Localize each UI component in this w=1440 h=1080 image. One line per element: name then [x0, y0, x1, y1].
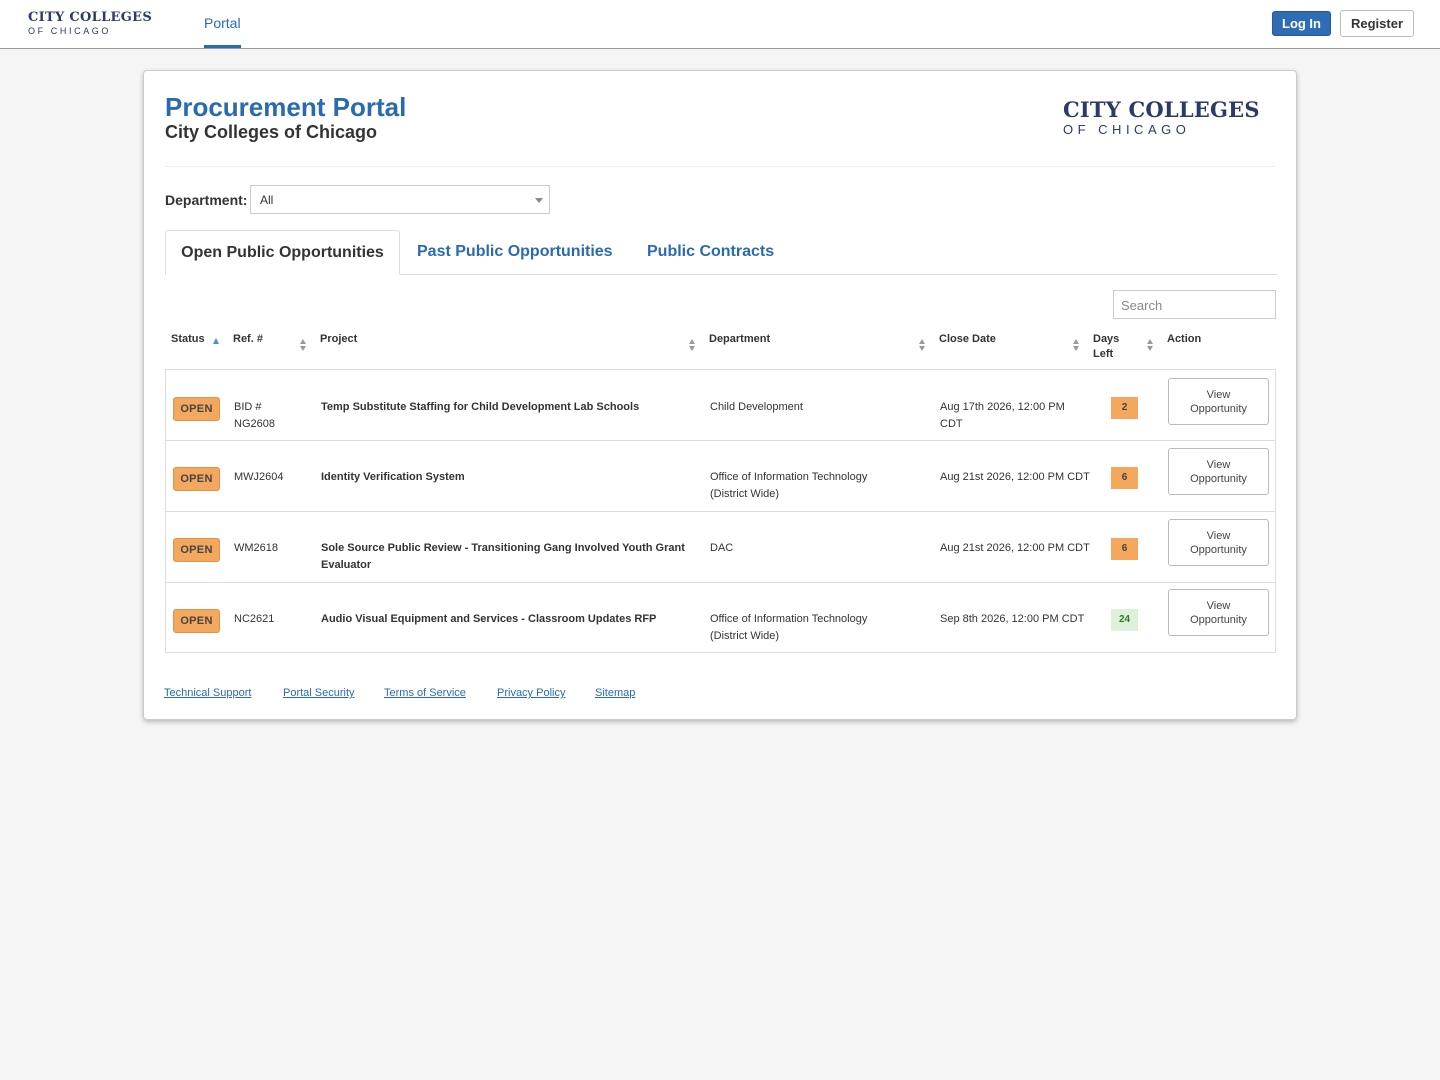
footer-link-sitemap[interactable]: Sitemap	[595, 687, 635, 699]
table-row: OPEN WM2618 Sole Source Public Review - …	[166, 512, 1275, 583]
view-opportunity-button[interactable]: View Opportunity	[1168, 378, 1269, 425]
days-left-badge: 6	[1111, 467, 1138, 489]
department-name: DAC	[710, 542, 734, 554]
close-date: Aug 21st 2026, 12:00 PM CDT	[940, 471, 1090, 483]
view-opportunity-button[interactable]: View Opportunity	[1168, 589, 1269, 636]
status-badge: OPEN	[173, 397, 220, 421]
page-title: Procurement Portal	[165, 92, 407, 122]
panel-logo: CITY COLLEGES OF CHICAGO	[1063, 97, 1260, 138]
close-date: Aug 21st 2026, 12:00 PM CDT	[940, 542, 1090, 554]
divider	[165, 166, 1275, 167]
footer-link-privacy-policy[interactable]: Privacy Policy	[497, 687, 565, 699]
table-row: OPEN BID # NG2608 Temp Substitute Staffi…	[166, 370, 1275, 441]
ref-number: NC2621	[234, 613, 275, 625]
register-button[interactable]: Register	[1340, 10, 1414, 37]
days-left-badge: 2	[1111, 397, 1138, 419]
project-name: Identity Verification System	[321, 471, 465, 483]
sort-icon[interactable]	[300, 339, 307, 353]
sort-icon[interactable]	[1073, 339, 1080, 353]
table-row: OPEN NC2621 Audio Visual Equipment and S…	[166, 583, 1275, 654]
ref-number: BID # NG2608	[234, 401, 275, 430]
footer-link-terms-of-service[interactable]: Terms of Service	[384, 687, 466, 699]
panel-logo-line1: CITY COLLEGES	[1063, 97, 1260, 122]
days-left-badge: 24	[1111, 609, 1138, 631]
sort-icon[interactable]	[919, 339, 926, 353]
department-name: Office of Information Technology (Distri…	[710, 471, 868, 500]
sort-ascending-icon[interactable]	[213, 338, 219, 344]
search-placeholder: Search	[1121, 298, 1163, 313]
column-header-status[interactable]: Status	[171, 332, 205, 347]
footer-link-portal-security[interactable]: Portal Security	[283, 687, 355, 699]
top-navbar: CITY COLLEGES OF CHICAGO Portal Log In R…	[0, 0, 1440, 49]
project-name: Temp Substitute Staffing for Child Devel…	[321, 401, 640, 413]
column-header-department[interactable]: Department	[709, 332, 770, 347]
close-date: Sep 8th 2026, 12:00 PM CDT	[940, 613, 1085, 625]
view-opportunity-button[interactable]: View Opportunity	[1168, 448, 1269, 495]
department-label: Department:	[165, 192, 248, 208]
department-name: Child Development	[710, 401, 803, 413]
page-subtitle: City Colleges of Chicago	[165, 122, 378, 142]
brand-logo[interactable]: CITY COLLEGES OF CHICAGO	[28, 11, 152, 37]
status-badge: OPEN	[173, 538, 220, 562]
opportunities-table: OPEN BID # NG2608 Temp Substitute Staffi…	[165, 369, 1276, 653]
column-header-close-date[interactable]: Close Date	[939, 332, 996, 347]
status-badge: OPEN	[173, 609, 220, 633]
project-name: Audio Visual Equipment and Services - Cl…	[321, 613, 657, 625]
sort-icon[interactable]	[1147, 339, 1154, 353]
procurement-panel: Procurement Portal City Colleges of Chic…	[143, 70, 1297, 720]
chevron-down-icon	[535, 198, 543, 203]
sort-icon[interactable]	[689, 339, 696, 353]
tab-past-public-opportunities[interactable]: Past Public Opportunities	[417, 230, 613, 275]
search-input[interactable]: Search	[1113, 290, 1276, 319]
brand-logo-line2: OF CHICAGO	[28, 26, 112, 36]
column-header-days-left[interactable]: Days Left	[1093, 332, 1133, 362]
footer-link-technical-support[interactable]: Technical Support	[164, 687, 251, 699]
tab-open-public-opportunities[interactable]: Open Public Opportunities	[165, 230, 400, 275]
nav-portal-link[interactable]: Portal	[204, 0, 241, 48]
column-header-ref[interactable]: Ref. #	[233, 332, 263, 347]
department-name: Office of Information Technology (Distri…	[710, 613, 868, 642]
department-select[interactable]: All	[250, 185, 550, 214]
tab-public-contracts[interactable]: Public Contracts	[647, 230, 774, 275]
panel-logo-line2: OF CHICAGO	[1063, 122, 1191, 137]
brand-logo-line1: CITY COLLEGES	[28, 10, 153, 25]
project-name: Sole Source Public Review - Transitionin…	[321, 542, 685, 571]
ref-number: WM2618	[234, 542, 279, 554]
login-button[interactable]: Log In	[1272, 11, 1331, 36]
ref-number: MWJ2604	[234, 471, 284, 483]
column-header-project[interactable]: Project	[320, 332, 357, 347]
status-badge: OPEN	[173, 467, 220, 491]
table-row: OPEN MWJ2604 Identity Verification Syste…	[166, 441, 1275, 512]
column-header-action: Action	[1167, 333, 1202, 345]
days-left-badge: 6	[1111, 538, 1138, 560]
department-select-value: All	[260, 193, 274, 207]
close-date: Aug 17th 2026, 12:00 PM CDT	[940, 401, 1065, 430]
view-opportunity-button[interactable]: View Opportunity	[1168, 519, 1269, 566]
